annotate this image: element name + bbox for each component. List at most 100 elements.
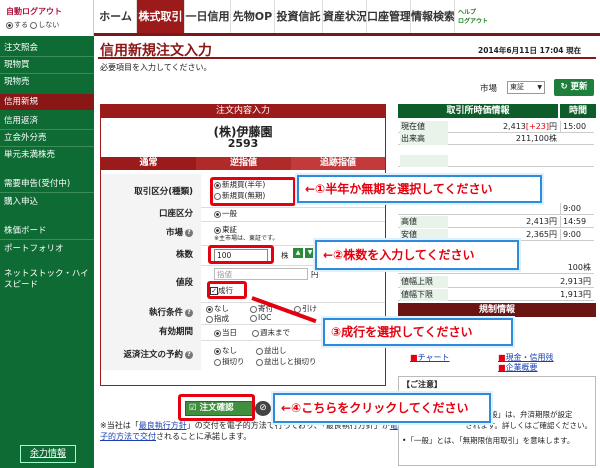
row-time: 9:00 [560,203,594,215]
condition-ioc-radio[interactable] [250,314,257,322]
auto-logout-panel: 自動ログアウト する しない [0,0,94,36]
account-radio[interactable] [214,210,221,218]
help-link[interactable]: ヘルプ [458,8,502,17]
condition-close-label: 引け [302,304,317,313]
sidebar-item-netstock-highspeed[interactable]: ネットストック・ハイスピード [0,269,94,293]
market-select[interactable]: 東証 ▼ [507,81,545,94]
condition-limit-market[interactable]: 指成 [206,313,229,324]
sidebar-divider [0,239,94,240]
bullet-icon: ■ [498,353,506,362]
trade-type-label: 取引区分(種類) [101,174,201,210]
return-loss-radio[interactable] [214,358,221,366]
account-value[interactable]: 一般 [214,208,237,219]
return-both-radio[interactable] [256,358,263,366]
table-row: 現在値 2,413[+23]円 15:00 [398,121,594,133]
highlight-quantity [208,245,274,264]
return-loss[interactable]: 損切り [214,356,245,367]
return-none-label: なし [222,346,237,355]
return-both-label: 益出しと損切り [264,357,317,366]
order-tab-normal[interactable]: 通常 [101,157,196,170]
title-underline [98,57,596,59]
return-none-radio[interactable] [214,347,221,355]
footnote-text-3: されることに承諾します。 [156,432,252,441]
tab-futures-options[interactable]: 先物OP [231,0,275,33]
validity-today-radio[interactable] [214,329,221,337]
return-both[interactable]: 益出しと損切り [256,356,317,367]
condition-ioc[interactable]: IOC [250,313,271,322]
help-icon[interactable]: ? [185,228,193,237]
sidebar-item-stock-board[interactable]: 株価ボード [0,223,94,239]
market-info-header: 取引所時価情報 [398,104,558,118]
return-none[interactable]: なし [214,345,237,356]
notice-header: 【ご注意】 [402,380,442,389]
sidebar-item-order-inquiry[interactable]: 注文照会 [0,40,94,56]
tab-day-margin[interactable]: 一日信用 [185,0,231,33]
order-tab-stop[interactable]: 逆指値 [196,157,291,170]
refresh-label: 更新 [570,82,588,92]
sidebar-item-distribution[interactable]: 立会外分売 [0,130,94,146]
auto-logout-off-radio[interactable] [30,21,38,29]
low-price-time: 9:00 [560,229,594,241]
market-field-label-text: 市場 [165,228,183,238]
sidebar-item-demand-report[interactable]: 需要申告(受付中) [0,176,94,192]
condition-none-radio[interactable] [206,305,213,313]
highlight-confirm [178,394,255,421]
validity-label: 有効期間 [101,324,201,340]
validity-week[interactable]: 週末まで [252,327,290,338]
tab-investment-trust[interactable]: 投資信託 [275,0,323,33]
condition-open-radio[interactable] [250,305,257,313]
auto-logout-radio-group[interactable]: する しない [6,20,59,30]
return-profit-radio[interactable] [256,347,263,355]
current-price-label: 現在値 [400,121,448,133]
lower-limit-label: 値幅下限 [400,289,448,301]
validity-today[interactable]: 当日 [214,327,237,338]
market-label: 市場 [480,84,498,94]
tab-info-search[interactable]: 情報検索 [411,0,455,33]
link-chart[interactable]: ■チャート [410,352,449,363]
auto-logout-off-label: しない [38,21,60,29]
sidebar: 注文照会 現物買 現物売 信用新規 信用返済 立会外分売 単元未満株売 需要申告… [0,36,94,468]
sidebar-item-cash-sell[interactable]: 現物売 [0,74,94,90]
bullet-icon: ■ [410,353,418,362]
logout-link[interactable]: ログアウト [458,17,502,26]
sidebar-item-margin-new[interactable]: 信用新規 [0,94,94,110]
tab-home[interactable]: ホーム [95,0,137,33]
order-tab-trailing[interactable]: 追跡指値 [291,157,385,170]
return-label: 返済注文の予約? [101,340,201,370]
price-input[interactable]: 指値 [214,268,308,280]
instruction-note: 必要項目を入力してください。 [100,63,212,72]
price-label: 値段 [101,265,201,302]
help-icon[interactable]: ? [185,308,193,317]
sidebar-item-portfolio[interactable]: ポートフォリオ [0,241,94,257]
table-row: 値幅下限 1,913円 [398,289,594,301]
margin-info-button[interactable]: 余力情報 [20,445,76,463]
auto-logout-title: 自動ログアウト [6,7,62,16]
stock-code: 2593 [227,137,259,150]
auto-logout-on-radio[interactable] [6,21,13,29]
refresh-button[interactable]: ↻ 更新 [554,79,594,96]
help-logout-link[interactable]: ヘルプ ログアウト [458,8,502,26]
return-profit[interactable]: 益出し [256,345,287,356]
return-label-text: 返済注文の予約 [123,350,183,360]
quantity-down-icon[interactable]: ▼ [305,248,315,258]
condition-limit-market-radio[interactable] [206,315,213,323]
sidebar-item-odd-lot-sell[interactable]: 単元未満株売 [0,147,94,163]
help-icon[interactable]: ? [185,350,193,359]
sidebar-item-cash-buy[interactable]: 現物買 [0,57,94,73]
sidebar-item-margin-repay[interactable]: 信用返済 [0,113,94,129]
clear-icon[interactable]: ⊘ [255,401,271,416]
footnote: ※当社は「最良執行方針」の交付を電子的方法で行っており、「最良執行方針」が電子的… [100,420,400,442]
validity-week-radio[interactable] [252,329,259,337]
sidebar-item-purchase-apply[interactable]: 購入申込 [0,194,94,210]
tab-stock-trading[interactable]: 株式取引 [137,0,185,33]
link-chart-label: チャート [417,353,450,362]
quantity-up-icon[interactable]: ▲ [293,248,303,258]
footnote-text-1: ※当社は「 [100,421,139,430]
tab-account[interactable]: 口座管理 [367,0,411,33]
best-execution-link[interactable]: 最良執行方針 [139,421,187,430]
link-company[interactable]: ■企業概要 [498,362,538,373]
tab-assets[interactable]: 資産状況 [323,0,367,33]
condition-label-text: 執行条件 [148,308,183,318]
callout-step-2: ←②株数を入力してください [315,240,519,270]
highlight-trade-type [210,177,296,206]
